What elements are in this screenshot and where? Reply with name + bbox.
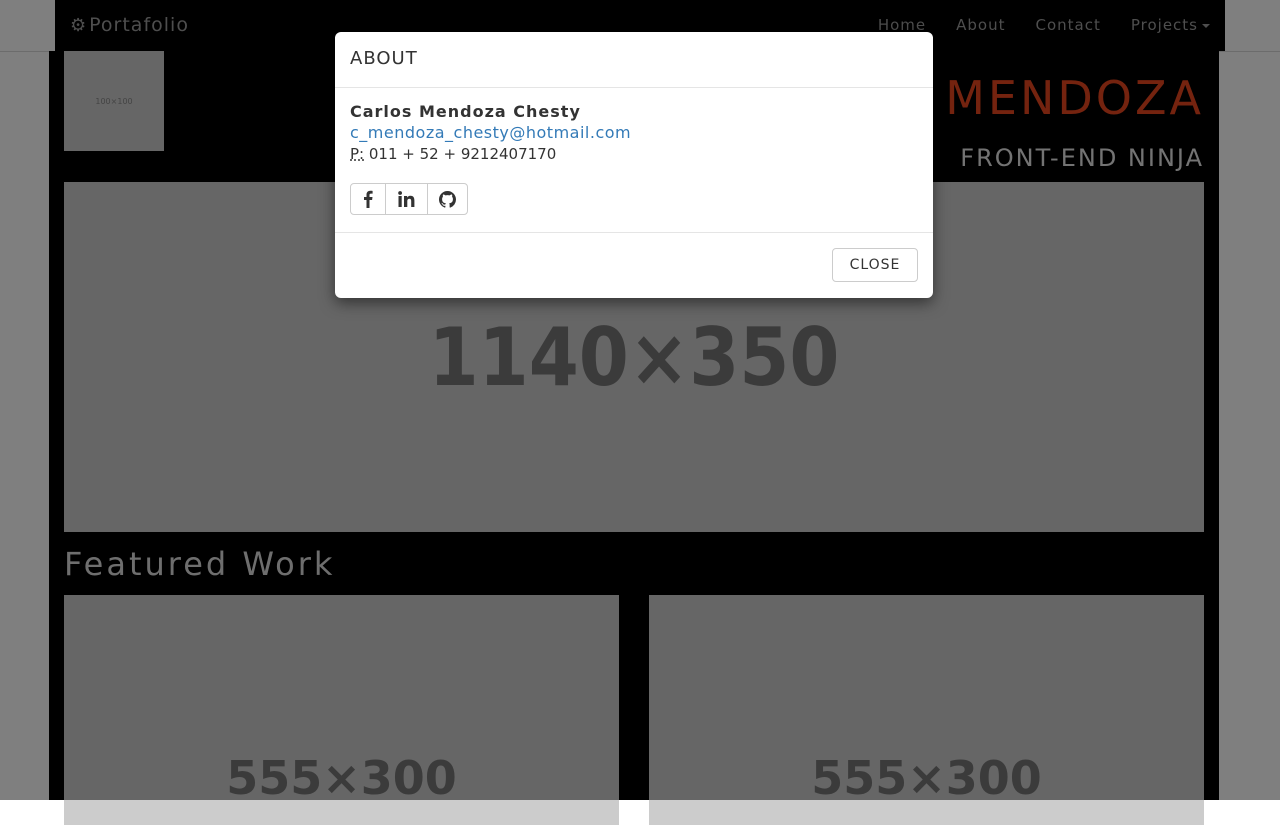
linkedin-icon xyxy=(398,191,415,207)
modal-header: ABOUT xyxy=(335,32,933,88)
facebook-icon xyxy=(364,190,373,208)
about-modal: ABOUT Carlos Mendoza Chesty c_mendoza_ch… xyxy=(335,32,933,298)
github-icon xyxy=(438,190,456,208)
modal-footer: CLOSE xyxy=(335,233,933,297)
modal-body: Carlos Mendoza Chesty c_mendoza_chesty@h… xyxy=(335,88,933,233)
facebook-button[interactable] xyxy=(351,184,387,214)
modal-title: ABOUT xyxy=(350,48,418,69)
phone-number: 011 + 52 + 9212407170 xyxy=(368,145,557,163)
person-name: Carlos Mendoza Chesty xyxy=(350,102,581,121)
email-link[interactable]: c_mendoza_chesty@hotmail.com xyxy=(350,123,918,142)
close-button[interactable]: CLOSE xyxy=(832,248,918,282)
linkedin-button[interactable] xyxy=(386,184,428,214)
phone-line: P: 011 + 52 + 9212407170 xyxy=(350,145,918,163)
social-buttons xyxy=(350,183,468,215)
github-button[interactable] xyxy=(428,184,467,214)
phone-label: P: xyxy=(350,145,365,163)
